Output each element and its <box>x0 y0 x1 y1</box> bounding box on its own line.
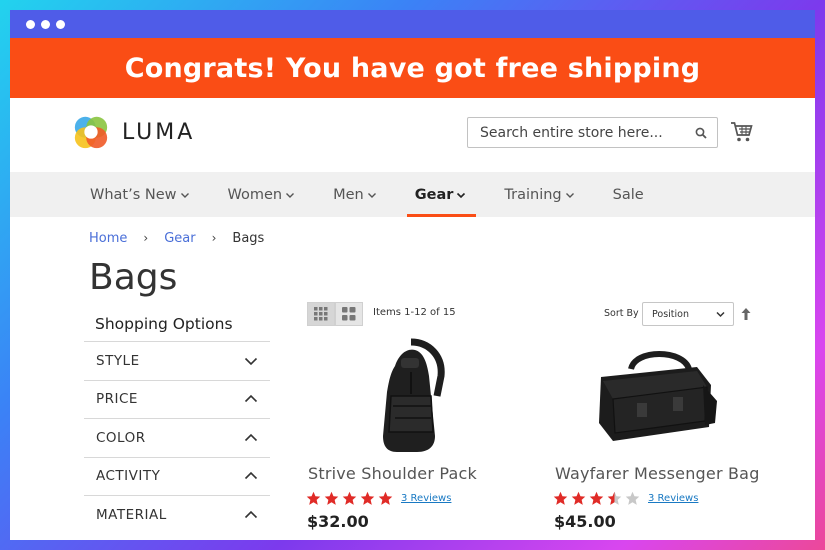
grid-view-button[interactable] <box>307 302 335 326</box>
product-rating: 3 Reviews <box>306 491 526 506</box>
filter-label: COLOR <box>96 429 146 446</box>
product-card[interactable]: Wayfarer Messenger Bag 3 Reviews $45.00 <box>553 336 773 531</box>
nav-label: Training <box>504 186 562 203</box>
breadcrumb-current: Bags <box>232 231 265 246</box>
nav-item-gear[interactable]: Gear <box>406 172 477 217</box>
search-input[interactable] <box>480 124 695 141</box>
chevron-down-icon <box>180 192 189 198</box>
reviews-link[interactable]: 3 Reviews <box>401 493 451 504</box>
sort-direction-arrow-icon[interactable] <box>740 307 752 321</box>
product-name[interactable]: Strive Shoulder Pack <box>306 464 526 483</box>
breadcrumb-gear[interactable]: Gear <box>164 231 195 246</box>
search-box[interactable] <box>467 117 718 148</box>
chevron-down-icon <box>367 192 376 198</box>
filter-label: STYLE <box>96 352 140 369</box>
star-full-icon <box>324 491 339 505</box>
nav-item-men[interactable]: Men <box>331 172 379 217</box>
breadcrumb-separator: › <box>143 231 149 245</box>
filter-label: ACTIVITY <box>96 468 161 485</box>
star-full-icon <box>378 491 393 505</box>
sort-select[interactable]: Position <box>642 302 734 326</box>
sidebar-title: Shopping Options <box>95 315 233 333</box>
window-dot[interactable] <box>56 19 65 29</box>
chevron-up-icon <box>244 472 258 480</box>
main-nav: What’s New Women Men Gear Training Sale <box>10 172 815 217</box>
filter-activity[interactable]: ACTIVITY <box>84 456 270 496</box>
logo[interactable]: LUMA <box>72 113 195 151</box>
page-title: Bags <box>89 257 178 298</box>
shoulder-pack-image <box>383 338 445 452</box>
nav-label: Men <box>333 186 364 203</box>
filter-sidebar: Shopping Options STYLE PRICE COLOR ACTIV… <box>84 315 270 534</box>
chevron-down-icon <box>244 357 258 365</box>
chevron-down-icon <box>286 192 295 198</box>
chevron-up-icon <box>244 395 258 403</box>
chevron-down-icon <box>565 192 574 198</box>
breadcrumb-separator: › <box>211 231 217 245</box>
window-titlebar <box>10 10 815 38</box>
chevron-up-icon <box>244 510 258 518</box>
window-dot[interactable] <box>41 19 50 29</box>
filter-color[interactable]: COLOR <box>84 418 270 457</box>
filter-label: PRICE <box>96 391 138 408</box>
product-price: $32.00 <box>307 512 369 531</box>
filter-material[interactable]: MATERIAL <box>84 495 270 534</box>
star-full-icon <box>553 491 568 505</box>
grid-icon <box>314 307 328 321</box>
star-empty-icon <box>625 491 640 505</box>
star-full-icon <box>306 491 321 505</box>
browser-window: Congrats! You have got free shipping LUM… <box>10 10 815 540</box>
nav-label: Women <box>227 186 283 203</box>
items-count: Items 1-12 of 15 <box>373 307 456 318</box>
nav-item-training[interactable]: Training <box>502 172 576 217</box>
reviews-link[interactable]: 3 Reviews <box>648 493 698 504</box>
filter-style[interactable]: STYLE <box>84 341 270 380</box>
nav-item-women[interactable]: Women <box>226 172 298 217</box>
star-full-icon <box>342 491 357 505</box>
product-price: $45.00 <box>554 512 616 531</box>
filter-price[interactable]: PRICE <box>84 379 270 419</box>
product-name[interactable]: Wayfarer Messenger Bag <box>553 464 773 483</box>
sort-label: Sort By <box>604 308 639 319</box>
breadcrumb-home[interactable]: Home <box>89 231 127 246</box>
product-rating: 3 Reviews <box>553 491 773 506</box>
messenger-bag-image <box>599 351 717 441</box>
chevron-up-icon <box>244 433 258 441</box>
nav-label: What’s New <box>90 186 177 203</box>
product-image[interactable] <box>306 336 516 456</box>
view-mode-switcher <box>307 302 363 326</box>
promo-text: Congrats! You have got free shipping <box>124 52 701 84</box>
product-card[interactable]: Strive Shoulder Pack 3 Reviews $32.00 <box>306 336 526 531</box>
breadcrumb: Home › Gear › Bags <box>89 231 264 246</box>
nav-item-whats-new[interactable]: What’s New <box>88 172 192 217</box>
products-toolbar: Items 1-12 of 15 Sort By Position <box>307 302 757 326</box>
cart-icon[interactable] <box>730 121 754 143</box>
product-image[interactable] <box>553 336 763 456</box>
star-full-icon <box>571 491 586 505</box>
nav-item-sale[interactable]: Sale <box>611 172 646 217</box>
star-full-icon <box>360 491 375 505</box>
nav-label: Gear <box>414 186 454 203</box>
filter-label: MATERIAL <box>96 506 167 523</box>
luma-logo-icon <box>74 116 108 149</box>
site-header: LUMA <box>10 98 815 172</box>
chevron-down-icon <box>716 311 725 317</box>
list-icon <box>342 307 356 321</box>
logo-text: LUMA <box>122 119 196 145</box>
chevron-down-icon <box>457 192 466 198</box>
nav-label: Sale <box>612 186 644 203</box>
sort-value: Position <box>652 308 689 320</box>
star-half-icon <box>607 491 622 505</box>
window-dot[interactable] <box>26 19 35 29</box>
star-full-icon <box>589 491 604 505</box>
promo-banner: Congrats! You have got free shipping <box>10 38 815 98</box>
search-icon[interactable] <box>695 127 707 139</box>
list-view-button[interactable] <box>335 302 363 326</box>
